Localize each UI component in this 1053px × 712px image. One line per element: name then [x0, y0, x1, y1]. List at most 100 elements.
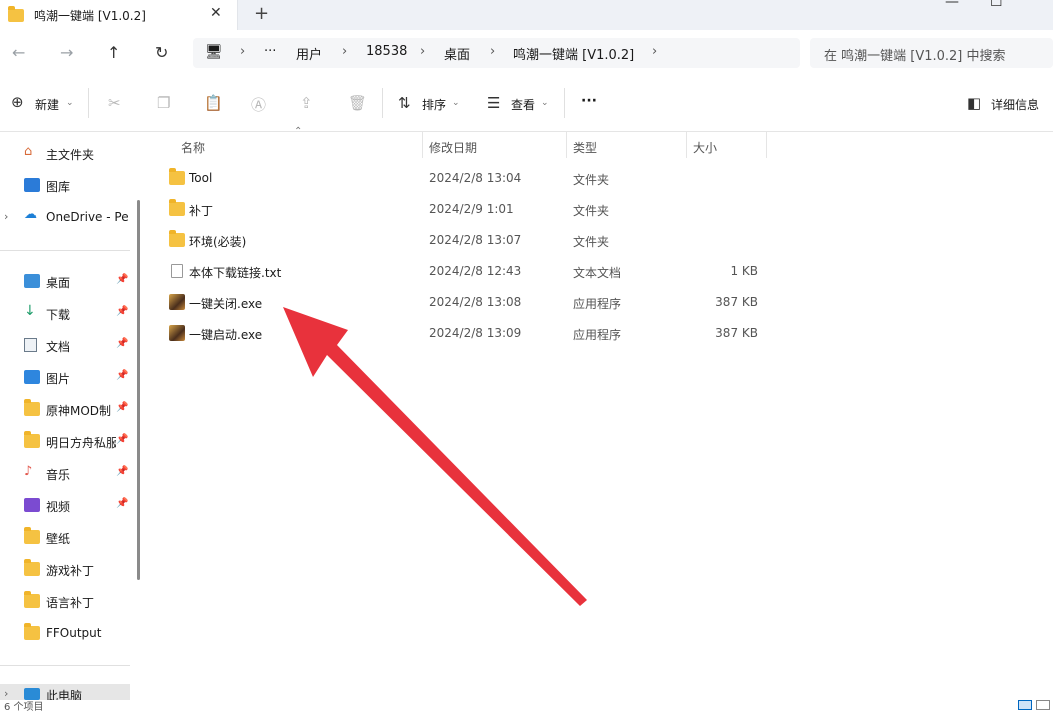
- exe-icon: [169, 294, 185, 310]
- breadcrumb-users[interactable]: 用户: [296, 44, 322, 63]
- sidebar-item-ffoutput[interactable]: FFOutput: [0, 621, 130, 647]
- pin-icon: 📌: [116, 434, 129, 445]
- rename-icon[interactable]: Ⓐ: [251, 94, 266, 115]
- folder-icon: [169, 199, 185, 216]
- folder-icon: [24, 399, 40, 416]
- breadcrumb-chevron: ›: [342, 44, 348, 59]
- file-date: 2024/2/8 13:08: [429, 295, 522, 309]
- status-bar: 6 个项目: [0, 700, 1053, 712]
- file-row[interactable]: 本体下载链接.txt 2024/2/8 12:43 文本文档 1 KB: [162, 256, 772, 286]
- text-file-icon: [171, 264, 183, 278]
- file-row[interactable]: 环境(必装) 2024/2/8 13:07 文件夹: [162, 225, 772, 255]
- file-size: 387 KB: [715, 326, 758, 340]
- breadcrumb-ellipsis[interactable]: ···: [264, 44, 276, 59]
- file-type: 文件夹: [573, 204, 610, 218]
- pin-icon: 📌: [116, 498, 129, 509]
- gallery-icon: [24, 178, 40, 192]
- cut-icon[interactable]: ✂: [108, 94, 121, 112]
- minimize-button[interactable]: —: [945, 0, 959, 10]
- chevron-down-icon: ⌄: [541, 98, 549, 108]
- breadcrumb-chevron: ›: [420, 44, 426, 59]
- pin-icon: 📌: [116, 306, 129, 317]
- sidebar-item-pictures[interactable]: 图片 📌: [0, 365, 130, 391]
- file-row[interactable]: Tool 2024/2/8 13:04 文件夹: [162, 163, 772, 193]
- sort-ascending-icon: ⌃: [294, 126, 303, 137]
- details-view-icon[interactable]: [1018, 700, 1032, 710]
- file-type: 文件夹: [573, 235, 610, 249]
- breadcrumb-chevron: ›: [490, 44, 496, 59]
- sidebar-item-home[interactable]: ⌂ 主文件夹: [0, 141, 130, 167]
- copy-icon[interactable]: ❐: [157, 94, 170, 112]
- column-header-name[interactable]: 名称: [181, 139, 205, 156]
- sidebar-item-arknights[interactable]: 明日方舟私服 📌: [0, 429, 130, 455]
- cloud-icon: ☁: [24, 207, 37, 222]
- sidebar-item-documents[interactable]: 文档 📌: [0, 333, 130, 359]
- item-count: 6 个项目: [4, 702, 44, 712]
- column-header-date[interactable]: 修改日期: [429, 139, 477, 156]
- sidebar-item-music[interactable]: ♪ 音乐 📌: [0, 461, 130, 487]
- details-button[interactable]: 详细信息: [991, 96, 1039, 113]
- window-tab[interactable]: 鸣潮一键端 [V1.0.2] ✕: [0, 0, 238, 30]
- sidebar-scrollbar[interactable]: [137, 200, 140, 580]
- folder-icon: [169, 168, 185, 185]
- column-header-type[interactable]: 类型: [573, 139, 597, 156]
- sort-button[interactable]: 排序: [422, 96, 446, 113]
- sidebar-item-language-patch[interactable]: 语言补丁: [0, 589, 130, 615]
- share-icon[interactable]: ⇪: [300, 94, 313, 112]
- toolbar-divider: [564, 88, 565, 118]
- delete-icon[interactable]: 🗑: [348, 94, 367, 112]
- address-bar[interactable]: [193, 38, 800, 68]
- sidebar-item-wallpaper[interactable]: 壁纸: [0, 525, 130, 551]
- column-header-size[interactable]: 大小: [693, 139, 717, 156]
- more-options-button[interactable]: ···: [581, 93, 597, 109]
- up-button[interactable]: ↑: [107, 43, 120, 62]
- file-row[interactable]: 一键启动.exe 2024/2/8 13:09 应用程序 387 KB: [162, 318, 772, 348]
- sidebar-item-label: FFOutput: [46, 626, 102, 640]
- folder-icon: [24, 623, 40, 640]
- sidebar-item-videos[interactable]: 视频 📌: [0, 493, 130, 519]
- column-divider[interactable]: [686, 132, 687, 158]
- close-tab-icon[interactable]: ✕: [210, 5, 222, 21]
- file-size: 1 KB: [730, 264, 758, 278]
- breadcrumb-user[interactable]: 18538: [366, 44, 407, 59]
- sidebar-item-gallery[interactable]: 图库: [0, 173, 130, 199]
- refresh-button[interactable]: ↻: [155, 43, 168, 62]
- file-row[interactable]: 一键关闭.exe 2024/2/8 13:08 应用程序 387 KB: [162, 287, 772, 317]
- folder-icon: [24, 431, 40, 448]
- column-divider[interactable]: [766, 132, 767, 158]
- file-row[interactable]: 补丁 2024/2/9 1:01 文件夹: [162, 194, 772, 224]
- file-type: 应用程序: [573, 297, 622, 311]
- sidebar-item-genshin-mod[interactable]: 原神MOD制 📌: [0, 397, 130, 423]
- maximize-button[interactable]: ☐: [990, 0, 1003, 10]
- breadcrumb-chevron: ›: [652, 44, 658, 59]
- view-button[interactable]: 查看: [511, 96, 535, 113]
- pin-icon: 📌: [116, 466, 129, 477]
- back-button[interactable]: ←: [12, 43, 25, 62]
- column-divider[interactable]: [566, 132, 567, 158]
- file-type: 文本文档: [573, 266, 622, 280]
- search-placeholder: 在 鸣潮一键端 [V1.0.2] 中搜索: [824, 49, 1006, 64]
- folder-icon: [8, 6, 24, 22]
- column-divider[interactable]: [422, 132, 423, 158]
- forward-button[interactable]: →: [60, 43, 73, 62]
- sidebar-item-desktop[interactable]: 桌面 📌: [0, 269, 130, 295]
- folder-icon: [169, 230, 185, 247]
- paste-icon[interactable]: 📋: [204, 94, 223, 112]
- desktop-icon: [24, 274, 40, 288]
- sidebar-item-onedrive[interactable]: › ☁ OneDrive - Per: [0, 205, 130, 231]
- file-name: Tool: [189, 171, 213, 185]
- pin-icon: 📌: [116, 370, 129, 381]
- chevron-right-icon[interactable]: ›: [4, 210, 8, 223]
- sidebar-item-label: 游戏补丁: [46, 564, 95, 578]
- download-icon: ↓: [24, 303, 36, 319]
- breadcrumb-desktop[interactable]: 桌面: [444, 44, 470, 63]
- new-button[interactable]: 新建: [35, 96, 59, 113]
- exe-icon: [169, 325, 185, 341]
- sidebar-item-downloads[interactable]: ↓ 下载 📌: [0, 301, 130, 327]
- file-name: 一键关闭.exe: [189, 297, 263, 311]
- sidebar-item-game-patch[interactable]: 游戏补丁: [0, 557, 130, 583]
- new-tab-button[interactable]: +: [254, 3, 269, 24]
- tiles-view-icon[interactable]: [1036, 700, 1050, 710]
- breadcrumb-current[interactable]: 鸣潮一键端 [V1.0.2]: [513, 44, 634, 63]
- search-input[interactable]: 在 鸣潮一键端 [V1.0.2] 中搜索: [810, 38, 1053, 68]
